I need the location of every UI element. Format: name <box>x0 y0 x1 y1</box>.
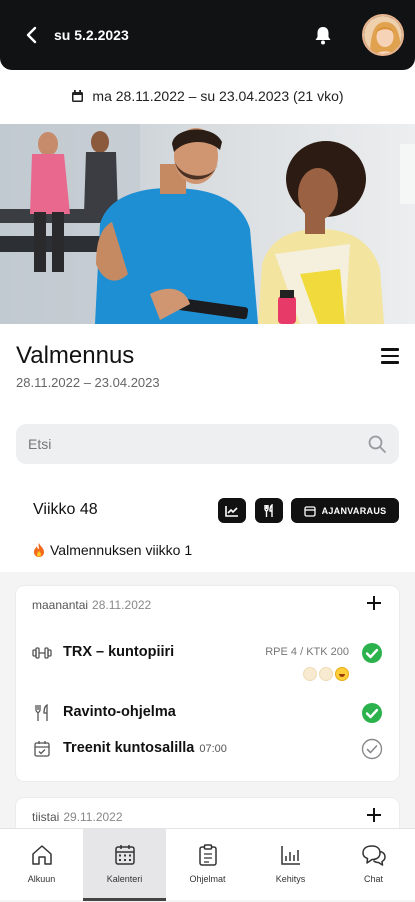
booking-button[interactable]: AJANVARAUS <box>291 498 399 523</box>
tab-progress[interactable]: Kehitys <box>249 829 332 901</box>
weekday-label: maanantai <box>32 598 89 612</box>
checkmark-icon[interactable] <box>361 702 383 724</box>
cutlery-icon <box>264 503 273 517</box>
main-content: Valmennus 28.11.2022 – 23.04.2023 Viikko… <box>0 324 415 902</box>
nutrition-button[interactable] <box>255 498 283 523</box>
tab-home[interactable]: Alkuun <box>0 829 83 901</box>
booking-label: AJANVARAUS <box>321 505 387 516</box>
top-bar: su 5.2.2023 <box>0 0 415 70</box>
tab-programs[interactable]: Ohjelmat <box>166 829 249 901</box>
week-label: Viikko 48 <box>33 501 98 518</box>
dumbbell-icon <box>32 644 52 662</box>
item-meta: RPE 4 / KTK 200 <box>265 646 349 658</box>
program-title: Valmennus <box>16 342 135 369</box>
calendar-icon <box>303 505 316 517</box>
add-icon[interactable] <box>367 596 381 610</box>
notification-bell-icon[interactable] <box>312 24 334 46</box>
tab-label: Kehitys <box>275 874 306 884</box>
search-input[interactable] <box>28 436 358 452</box>
tab-label: Chat <box>363 874 383 884</box>
calendar-icon <box>72 89 84 102</box>
item-label: TRX – kuntopiiri <box>63 644 175 660</box>
bottom-tab-bar: Alkuun Kalenteri Ohjelmat Kehitys Chat <box>0 828 415 901</box>
fire-icon <box>34 543 44 557</box>
clipboard-icon <box>198 844 217 866</box>
program-dates: 28.11.2022 – 23.04.2023 <box>16 375 160 390</box>
tab-label: Alkuun <box>27 874 56 884</box>
tab-label: Ohjelmat <box>189 874 226 884</box>
mood-icon[interactable] <box>319 667 333 681</box>
progress-chart-button[interactable] <box>218 498 246 523</box>
chat-icon <box>361 845 386 866</box>
list-item-gym[interactable]: Treenit kuntosalilla 07:00 <box>16 734 399 764</box>
bar-chart-icon <box>280 846 300 865</box>
avatar[interactable] <box>362 14 404 56</box>
calendar-icon <box>114 845 135 865</box>
day-header: tiistai 29.11.2022 <box>32 810 123 824</box>
checkmark-icon[interactable] <box>361 642 383 664</box>
tab-calendar[interactable]: Kalenteri <box>83 829 166 901</box>
mood-icon[interactable] <box>303 667 317 681</box>
item-label: Treenit kuntosalilla 07:00 <box>63 740 227 756</box>
search-icon[interactable] <box>367 434 387 454</box>
list-item-workout[interactable]: TRX – kuntopiiri RPE 4 / KTK 200 <box>16 638 399 681</box>
weekday-label: tiistai <box>32 810 60 824</box>
mood-icon-selected[interactable] <box>335 667 349 681</box>
day-card-monday: maanantai 28.11.2022 TRX – kuntopiiri RPE… <box>16 586 399 781</box>
day-header: maanantai 28.11.2022 <box>32 598 151 612</box>
mood-rating[interactable] <box>303 667 349 681</box>
item-label: Ravinto-ohjelma <box>63 704 176 720</box>
search-bar[interactable] <box>16 424 399 464</box>
day-date: 29.11.2022 <box>63 810 123 824</box>
cutlery-icon <box>32 703 52 722</box>
date-range-text: ma 28.11.2022 – su 23.04.2023 (21 vko) <box>92 88 344 104</box>
calendar-check-icon <box>32 740 52 758</box>
home-icon <box>31 845 52 865</box>
day-date: 28.11.2022 <box>92 598 152 612</box>
coaching-week-label: Valmennuksen viikko 1 <box>50 542 193 558</box>
menu-icon[interactable] <box>381 348 399 364</box>
item-label-text: Treenit kuntosalilla <box>63 740 195 756</box>
coaching-week: Valmennuksen viikko 1 <box>33 542 192 558</box>
add-icon[interactable] <box>367 808 381 822</box>
line-chart-icon <box>225 505 238 517</box>
tab-label: Kalenteri <box>106 874 143 884</box>
back-icon[interactable] <box>20 24 42 46</box>
tab-chat[interactable]: Chat <box>332 829 415 901</box>
current-date[interactable]: su 5.2.2023 <box>54 27 129 43</box>
hero-image <box>0 124 415 324</box>
check-outline-icon[interactable] <box>361 738 383 760</box>
item-time: 07:00 <box>199 743 227 755</box>
list-item-nutrition[interactable]: Ravinto-ohjelma <box>16 698 399 728</box>
